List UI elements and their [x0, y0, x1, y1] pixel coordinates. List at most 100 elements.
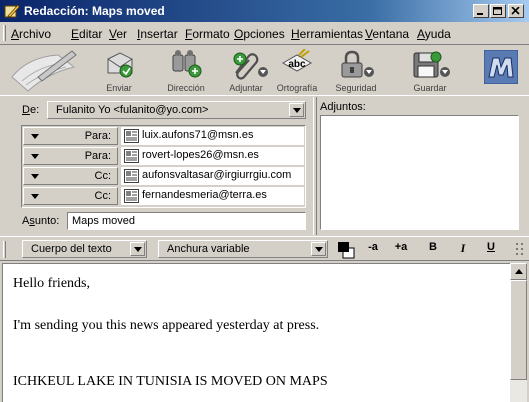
quill-paper-icon	[11, 50, 77, 92]
address-card-icon	[124, 169, 139, 183]
compose-app-icon	[4, 4, 20, 18]
header-splitter[interactable]	[313, 97, 317, 235]
close-button[interactable]	[508, 4, 524, 18]
recipient-address: rovert-lopes26@msn.es	[142, 149, 259, 161]
minimize-icon	[477, 13, 483, 15]
recipient-type-label: Para:	[84, 130, 111, 142]
larger-text-button[interactable]: +a	[392, 241, 410, 258]
security-label: Seguridad	[335, 83, 377, 93]
recipient-address-field[interactable]: luix.aufons71@msn.es	[121, 127, 304, 145]
format-grip	[3, 241, 6, 258]
menu-ayuda[interactable]: Ayuda	[417, 27, 451, 41]
recipient-address-field[interactable]: rovert-lopes26@msn.es	[121, 147, 304, 165]
menu-archivo[interactable]: Archivo	[11, 27, 51, 41]
menu-ver[interactable]: Ver	[109, 27, 127, 41]
body-line: Hello friends,	[13, 276, 90, 291]
scroll-thumb[interactable]	[510, 280, 527, 380]
mozilla-m-logo	[484, 50, 518, 84]
lock-icon	[341, 50, 363, 78]
recipient-type-select[interactable]: Cc:	[23, 187, 118, 205]
subject-input[interactable]: Maps moved	[67, 212, 306, 230]
paragraph-style-value: Cuerpo del texto	[31, 243, 112, 255]
recipient-type-select[interactable]: Para:	[23, 127, 118, 145]
address-button[interactable]: Dirección	[155, 47, 217, 95]
send-label: Enviar	[106, 83, 132, 93]
maximize-icon	[493, 7, 502, 15]
chevron-down-icon	[31, 134, 39, 139]
paperclip-icon	[233, 52, 259, 80]
menu-insertar[interactable]: Insertar	[137, 27, 178, 41]
paragraph-style-select[interactable]: Cuerpo del texto	[22, 240, 147, 258]
chevron-down-icon[interactable]	[311, 242, 326, 256]
recipient-address: aufonsvaltasar@irgiurrgiu.com	[142, 169, 292, 181]
smaller-text-button[interactable]: -a	[364, 241, 382, 258]
italic-button[interactable]: I	[454, 241, 472, 258]
vertical-scrollbar[interactable]	[510, 263, 527, 402]
window-title: Redacción: Maps moved	[24, 4, 165, 18]
format-toolbar: Cuerpo del texto Anchura variable -a +a …	[0, 236, 529, 261]
recipient-address-field[interactable]: fernandesmeria@terra.es	[121, 187, 304, 205]
subject-value: Maps moved	[72, 215, 135, 227]
recipient-row: Cc: fernandesmeria@terra.es	[22, 186, 305, 206]
minimize-button[interactable]	[473, 4, 489, 18]
recipient-type-label: Cc:	[94, 190, 112, 202]
security-button[interactable]: Seguridad	[328, 47, 384, 95]
recipient-row: Cc: aufonsvaltasar@irgiurrgiu.com	[22, 166, 305, 186]
address-book-icon	[172, 50, 202, 78]
menu-bar: Archivo Editar Ver Insertar Formato Opci…	[0, 22, 529, 44]
menu-herramientas[interactable]: Herramientas	[291, 27, 363, 41]
body-line: I'm sending you this news appeared yeste…	[13, 318, 320, 333]
address-card-icon	[124, 189, 139, 203]
attach-dropdown-icon[interactable]	[258, 67, 268, 77]
attachments-label: Adjuntos:	[320, 101, 366, 113]
message-body-editor[interactable]: Hello friends, I'm sending you this news…	[2, 263, 510, 402]
spellcheck-button[interactable]: abc Ortografía	[272, 47, 322, 95]
recipient-row: Para: rovert-lopes26@msn.es	[22, 146, 305, 166]
main-toolbar: Enviar Dirección Adjuntar abc Ortografía	[0, 44, 529, 96]
message-header: De: Fulanito Yo <fulanito@yo.com> Para: …	[0, 97, 529, 235]
recipient-type-select[interactable]: Cc:	[23, 167, 118, 185]
title-bar: Redacción: Maps moved	[0, 0, 529, 22]
recipient-address-field[interactable]: aufonsvaltasar@irgiurrgiu.com	[121, 167, 304, 185]
recipient-type-label: Para:	[84, 150, 111, 162]
underline-button[interactable]: U	[482, 241, 500, 258]
save-label: Guardar	[413, 83, 447, 93]
font-value: Anchura variable	[167, 243, 250, 255]
bold-button[interactable]: B	[424, 241, 442, 258]
address-card-icon	[124, 149, 139, 163]
text-color-icon[interactable]	[336, 240, 358, 260]
recipient-row: Para: luix.aufons71@msn.es	[22, 126, 305, 146]
subject-label: Asunto:	[22, 215, 60, 227]
scroll-up-button[interactable]	[510, 263, 527, 280]
chevron-down-icon	[31, 174, 39, 179]
chevron-down-icon[interactable]	[289, 103, 304, 117]
from-label: De:	[22, 104, 40, 116]
from-select[interactable]: Fulanito Yo <fulanito@yo.com>	[47, 101, 306, 119]
from-value: Fulanito Yo <fulanito@yo.com>	[56, 104, 209, 116]
menu-opciones[interactable]: Opciones	[234, 27, 285, 41]
recipient-type-select[interactable]: Para:	[23, 147, 118, 165]
spellcheck-label: Ortografía	[276, 83, 318, 93]
spellcheck-icon: abc	[281, 49, 313, 72]
chevron-down-icon	[31, 154, 39, 159]
save-button[interactable]: Guardar	[402, 47, 458, 95]
send-button[interactable]: Enviar	[88, 47, 150, 95]
security-dropdown-icon[interactable]	[364, 67, 374, 77]
font-select[interactable]: Anchura variable	[158, 240, 328, 258]
chevron-down-icon	[31, 194, 39, 199]
attachments-list[interactable]	[320, 115, 519, 230]
save-dropdown-icon[interactable]	[440, 67, 450, 77]
body-line: ICHKEUL LAKE IN TUNISIA IS MOVED ON MAPS	[13, 374, 328, 389]
recipient-type-label: Cc:	[94, 170, 112, 182]
recipients-list: Para: luix.aufons71@msn.es Para: rovert-…	[21, 125, 306, 208]
menu-ventana[interactable]: Ventana	[365, 27, 409, 41]
maximize-button[interactable]	[490, 4, 506, 18]
menu-formato[interactable]: Formato	[185, 27, 230, 41]
attach-button[interactable]: Adjuntar	[218, 47, 274, 95]
toolbar-grip-icon	[516, 243, 523, 255]
menu-editar[interactable]: Editar	[71, 27, 102, 41]
attach-label: Adjuntar	[229, 83, 263, 93]
close-icon	[511, 7, 520, 15]
chevron-down-icon[interactable]	[130, 242, 145, 256]
floppy-disk-icon	[413, 51, 442, 78]
